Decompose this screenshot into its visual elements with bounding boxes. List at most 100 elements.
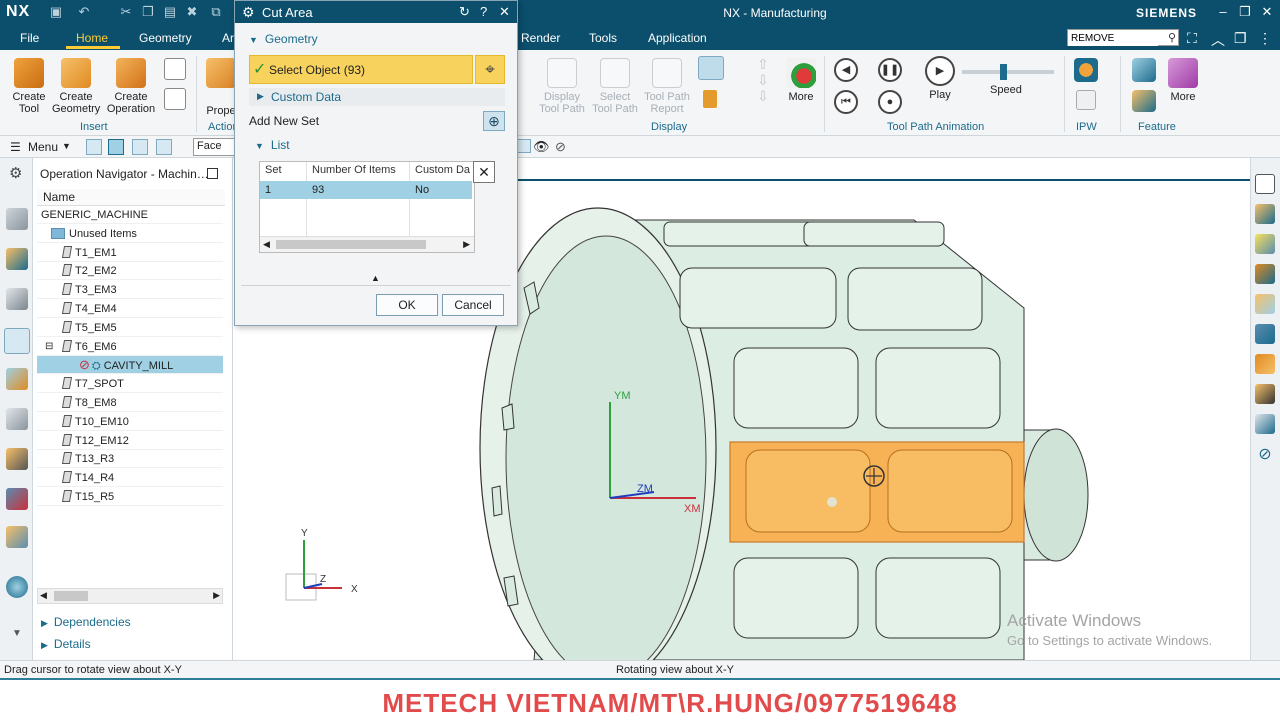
chevron-down-icon[interactable]: ▼ [12,628,22,639]
hide-view-icon[interactable]: ⊘ [1255,444,1275,464]
cut-icon[interactable]: ✂ [118,4,134,20]
menu-application[interactable]: Application [648,31,707,45]
hamburger-icon[interactable]: ☰ [10,140,21,154]
geometry-section-header[interactable]: ▼ Geometry [249,32,318,46]
restore-window-icon[interactable]: ❐ [1234,30,1247,47]
tree-tool-item[interactable]: T3_EM3 [37,281,223,300]
command-search[interactable]: ⚲ [1067,29,1179,46]
dialog-close-icon[interactable]: ✕ [499,4,510,20]
render-style-icon[interactable] [1255,294,1275,314]
measure-icon[interactable] [1255,384,1275,404]
snap-icon[interactable] [517,139,531,153]
menu-analysis[interactable]: Ar [222,31,234,45]
help-icon[interactable]: ? [480,4,487,19]
add-set-icon[interactable] [164,58,186,80]
speed-slider[interactable] [962,64,1054,80]
menu-geometry[interactable]: Geometry [139,31,192,45]
copy-icon[interactable]: ❐ [140,4,156,20]
layers-icon[interactable] [1255,324,1275,344]
tree-root[interactable]: GENERIC_MACHINE [37,206,223,224]
ipw-options-icon[interactable] [1076,90,1096,110]
fullscreen-icon[interactable]: ⛶ [1187,30,1197,47]
collapse-dialog-icon[interactable]: ▲ [371,273,380,283]
machine-tool-navigator-icon[interactable] [6,368,28,390]
feature-navigator-icon[interactable] [6,408,28,430]
column-header-custom-data[interactable]: Custom Da [415,164,470,176]
history-icon[interactable] [6,448,28,470]
gear-icon[interactable]: ⚙ [9,164,22,182]
web-browser-icon[interactable] [6,576,28,598]
pause-button[interactable]: ❚❚ [878,58,902,82]
feature-icon[interactable] [1132,58,1156,82]
undo-icon[interactable]: ↶ [76,4,92,20]
scroll-left-icon[interactable]: ◀ [40,590,47,601]
rewind-button[interactable]: ⏮ [834,90,858,114]
hide-icon[interactable]: ⊘ [555,139,566,155]
menu-render[interactable]: Render [521,31,560,45]
display-more-button[interactable]: More [784,58,818,103]
remove-set-button[interactable]: ✕ [473,161,495,183]
assembly-navigator-icon[interactable] [6,208,28,230]
scroll-thumb[interactable] [276,240,426,249]
tree-operation-item[interactable]: ⊘ ⛭ CAVITY_MILL [37,356,223,375]
tree-tool-item[interactable]: T7_SPOT [37,375,223,394]
operation-navigator-icon[interactable] [4,328,30,354]
menu-tools[interactable]: Tools [589,31,617,45]
collapse-icon[interactable]: ⊟ [45,338,53,356]
feature-recognize-icon[interactable] [1132,90,1156,112]
tree-tool-item[interactable]: T8_EM8 [37,394,223,412]
column-header-set[interactable]: Set [265,164,282,176]
gear-icon[interactable]: ⚙ [242,4,255,21]
create-geometry-button[interactable]: Create Geometry [52,58,100,115]
more-options-icon[interactable]: ⋮ [1258,30,1272,47]
create-tool-button[interactable]: Create Tool [8,58,50,115]
search-icon[interactable]: ⚲ [1168,31,1176,44]
show-ipw-icon[interactable] [698,56,724,80]
tool-display-icon[interactable] [703,90,717,108]
geometry-view-icon[interactable] [132,139,148,155]
save-icon[interactable]: ▣ [48,4,64,20]
part-navigator-icon[interactable] [6,248,28,270]
chevron-down-icon[interactable]: ▼ [62,141,71,151]
crosshair-select-button[interactable]: ⌖ [475,55,505,84]
section-view-icon[interactable] [1255,264,1275,284]
scroll-thumb[interactable] [54,591,88,601]
reports-icon[interactable] [6,526,28,548]
column-header-number-of-items[interactable]: Number Of Items [312,164,396,176]
custom-data-section-header[interactable]: ▶ Custom Data [249,88,505,106]
select-tool-path-button[interactable]: Select Tool Path [592,58,638,115]
tree-tool-item[interactable]: T4_EM4 [37,300,223,318]
close-button[interactable]: ✕ [1258,4,1276,20]
tool-path-report-button[interactable]: Tool Path Report [643,58,691,115]
menu-button[interactable]: Menu [28,140,58,154]
highlight-icon[interactable] [1255,234,1275,254]
copy-view-icon[interactable] [1255,414,1275,434]
roles-icon[interactable] [6,488,28,510]
window-icon[interactable]: ⧉ [208,4,224,20]
tree-tool-item[interactable]: ⊟ T6_EM6 [37,338,223,356]
tree-unused-items[interactable]: Unused Items [37,225,223,243]
minimize-button[interactable]: – [1214,4,1232,19]
selected-face[interactable] [729,441,1025,543]
tree-tool-item[interactable]: T14_R4 [37,469,223,488]
snap-view-icon[interactable] [1255,354,1275,374]
method-view-icon[interactable] [156,139,172,155]
cancel-button[interactable]: Cancel [442,294,504,316]
list-section-header[interactable]: ▼ List [255,138,290,152]
navigator-hscrollbar[interactable]: ◀ ▶ [37,588,223,604]
command-search-input[interactable] [1068,31,1158,46]
table-row[interactable]: 1 93 No [260,181,472,199]
tree-tool-item[interactable]: T10_EM10 [37,413,223,431]
menu-file[interactable]: File [20,31,39,45]
display-tool-path-button[interactable]: Display Tool Path [539,58,585,115]
tree-tool-item[interactable]: T13_R3 [37,450,223,469]
scroll-left-icon[interactable]: ◀ [263,239,270,250]
group-icon[interactable] [164,88,186,110]
tree-tool-item[interactable]: T2_EM2 [37,262,223,281]
pin-icon[interactable] [207,168,218,179]
machine-view-icon[interactable] [108,139,124,155]
stop-button[interactable]: ● [878,90,902,114]
dependencies-section[interactable]: ▶ Dependencies [41,615,131,629]
ipw-icon[interactable] [1074,58,1098,82]
tree-tool-item[interactable]: T1_EM1 [37,244,223,262]
